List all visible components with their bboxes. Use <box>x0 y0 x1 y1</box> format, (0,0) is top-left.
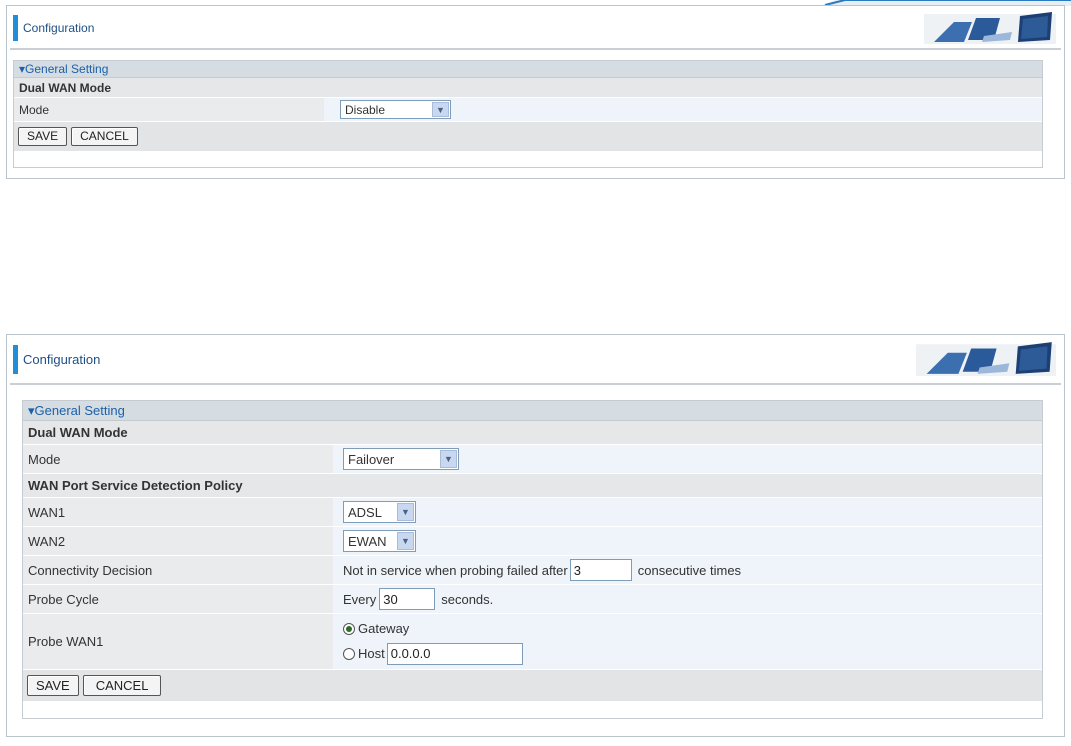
connectivity-value-cell: Not in service when probing failed after… <box>333 556 1042 584</box>
wan1-select[interactable]: ADSL ▼ <box>343 501 416 523</box>
wan1-value-cell: ADSL ▼ <box>333 498 1042 526</box>
mode-row: Mode Disable ▼ <box>14 98 1042 122</box>
connectivity-label: Connectivity Decision <box>23 556 333 584</box>
page-title: Configuration <box>23 352 101 367</box>
probe-wan1-label: Probe WAN1 <box>23 614 333 669</box>
save-button[interactable]: SAVE <box>27 675 79 696</box>
host-label: Host <box>358 646 385 661</box>
wan2-label: WAN2 <box>23 527 333 555</box>
host-input[interactable] <box>386 642 523 665</box>
button-row: SAVE CANCEL <box>14 122 1042 151</box>
connectivity-prefix: Not in service when probing failed after <box>343 562 568 578</box>
detection-policy-heading: WAN Port Service Detection Policy <box>23 474 1042 498</box>
gateway-label: Gateway <box>358 621 410 636</box>
wan1-label: WAN1 <box>23 498 333 526</box>
cancel-button[interactable]: CANCEL <box>82 675 162 696</box>
general-setting-box: ▾General Setting Dual WAN Mode Mode Disa… <box>13 60 1043 168</box>
host-option[interactable]: Host <box>343 641 523 667</box>
chevron-down-icon[interactable]: ▼ <box>432 102 449 117</box>
failure-count-input[interactable] <box>569 559 632 581</box>
connectivity-row: Connectivity Decision Not in service whe… <box>23 556 1042 585</box>
wan1-select-value: ADSL <box>348 504 382 520</box>
probe-cycle-value-cell: Every seconds. <box>333 585 1042 613</box>
mode-row: Mode Failover ▼ <box>23 445 1042 474</box>
gateway-option[interactable]: Gateway <box>343 617 409 641</box>
probe-wan1-value-cell: Gateway Host <box>333 614 1042 669</box>
wan2-select[interactable]: EWAN ▼ <box>343 530 416 552</box>
gateway-radio[interactable] <box>343 622 355 635</box>
header-separator <box>10 383 1061 385</box>
mode-select[interactable]: Failover ▼ <box>343 448 459 470</box>
host-radio[interactable] <box>343 647 355 660</box>
save-button[interactable]: SAVE <box>18 127 68 146</box>
page-title: Configuration <box>23 21 95 35</box>
general-setting-box: ▾General Setting Dual WAN Mode Mode Fail… <box>22 400 1043 719</box>
radio-selected-dot <box>346 625 352 632</box>
probe-cycle-row: Probe Cycle Every seconds. <box>23 585 1042 614</box>
mode-value-cell: Failover ▼ <box>333 445 1042 473</box>
header-accent-bar <box>13 15 18 41</box>
wan2-select-value: EWAN <box>348 533 387 549</box>
probe-wan1-row: Probe WAN1 Gateway Host <box>23 614 1042 670</box>
chevron-down-icon[interactable]: ▼ <box>440 450 457 468</box>
panel-header: Configuration <box>7 335 1064 383</box>
mode-select-value: Disable <box>345 102 386 117</box>
header-computer-icon <box>916 342 1056 377</box>
mode-select-value: Failover <box>348 451 395 467</box>
panel-header: Configuration <box>7 6 1064 48</box>
chevron-down-icon[interactable]: ▼ <box>397 532 414 550</box>
header-computer-icon <box>924 12 1056 44</box>
section-general-setting[interactable]: ▾General Setting <box>23 401 1042 421</box>
probe-cycle-prefix: Every <box>343 591 377 607</box>
probe-cycle-suffix: seconds. <box>441 591 494 607</box>
dual-wan-mode-heading: Dual WAN Mode <box>23 421 1042 445</box>
configuration-panel-disabled: Configuration ▾General Setting Dual WAN … <box>6 5 1065 179</box>
configuration-panel-failover: Configuration ▾General Setting Dual WAN … <box>6 334 1065 737</box>
mode-label: Mode <box>23 445 333 473</box>
cancel-button[interactable]: CANCEL <box>71 127 138 146</box>
mode-label: Mode <box>14 98 324 121</box>
probe-cycle-input[interactable] <box>379 588 436 610</box>
section-general-setting[interactable]: ▾General Setting <box>14 61 1042 78</box>
chevron-down-icon[interactable]: ▼ <box>397 503 414 521</box>
header-separator <box>10 48 1061 50</box>
probe-cycle-label: Probe Cycle <box>23 585 333 613</box>
mode-value-cell: Disable ▼ <box>324 98 1042 121</box>
connectivity-suffix: consecutive times <box>637 562 742 578</box>
wan1-row: WAN1 ADSL ▼ <box>23 498 1042 527</box>
header-accent-bar <box>13 345 18 374</box>
button-row: SAVE CANCEL <box>23 670 1042 701</box>
mode-select[interactable]: Disable ▼ <box>340 100 451 119</box>
dual-wan-mode-heading: Dual WAN Mode <box>14 78 1042 98</box>
wan2-value-cell: EWAN ▼ <box>333 527 1042 555</box>
wan2-row: WAN2 EWAN ▼ <box>23 527 1042 556</box>
